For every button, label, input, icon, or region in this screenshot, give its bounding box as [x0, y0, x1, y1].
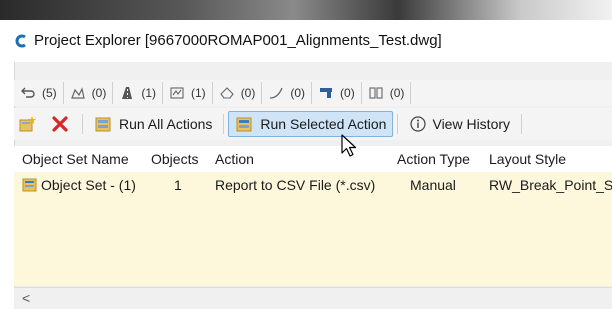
delete-x-icon: [52, 116, 68, 132]
tab-parcels[interactable]: (0): [213, 82, 263, 104]
objects-cell: 1: [174, 177, 182, 193]
undo-arrow-icon: [21, 87, 35, 98]
column-header-action-type[interactable]: Action Type: [397, 151, 470, 167]
screen-top-strip: [0, 0, 612, 20]
tab-pipe-networks[interactable]: (0): [362, 82, 412, 104]
scroll-left-arrow[interactable]: <: [22, 290, 30, 306]
run-all-actions-label: Run All Actions: [119, 116, 213, 132]
run-all-actions-button[interactable]: Run All Actions: [87, 111, 219, 137]
new-object-set-button[interactable]: [14, 111, 47, 137]
column-header-layout-style[interactable]: Layout Style: [489, 151, 566, 167]
window-titlebar: Project Explorer [9667000ROMAP001_Alignm…: [0, 20, 612, 62]
object-set-name-cell: Object Set - (1): [22, 177, 136, 193]
toolbar-separator: [223, 114, 225, 134]
tab-surfaces[interactable]: (0): [64, 82, 114, 104]
corridor-icon: [320, 88, 333, 98]
run-selected-action-button[interactable]: Run Selected Action: [228, 111, 394, 137]
table-header: Object Set Name Objects Action Action Ty…: [14, 146, 612, 173]
object-type-tabs: (5) (0) (1) (1) (0) (0) (0) (0): [14, 80, 612, 106]
pipe-network-icon: [369, 87, 383, 99]
profile-icon: [170, 87, 184, 99]
object-set-name: Object Set - (1): [41, 177, 136, 193]
horizontal-scrollbar[interactable]: <: [14, 287, 612, 309]
toolbar-separator: [397, 114, 399, 134]
run-all-actions-icon: [95, 117, 111, 132]
column-header-action[interactable]: Action: [215, 151, 254, 167]
table-empty-area: [14, 200, 612, 286]
tab-corridors[interactable]: (0): [312, 82, 362, 104]
tab-count: (0): [340, 86, 355, 100]
object-set-icon: [22, 178, 37, 192]
run-selected-action-label: Run Selected Action: [260, 116, 387, 132]
tab-alignments[interactable]: (1): [113, 82, 164, 104]
new-object-set-icon: [19, 116, 36, 132]
window-title: Project Explorer [9667000ROMAP001_Alignm…: [34, 32, 442, 49]
delete-button[interactable]: [47, 111, 78, 137]
view-history-button[interactable]: View History: [402, 111, 517, 137]
info-icon: [410, 116, 427, 132]
action-cell[interactable]: Report to CSV File (*.csv): [215, 177, 375, 193]
toolbar-separator: [82, 114, 83, 134]
curve-icon: [270, 87, 283, 99]
tab-count: (0): [290, 86, 306, 100]
toolbar-separator: [521, 114, 523, 134]
tab-count: (0): [389, 86, 405, 100]
mouse-cursor-icon: [341, 134, 357, 157]
tab-count: (0): [91, 86, 107, 100]
tab-count: (1): [141, 86, 157, 100]
tab-count: (0): [240, 86, 256, 100]
civil3d-app-icon: [15, 34, 26, 48]
column-header-object-set-name[interactable]: Object Set Name: [22, 151, 129, 167]
column-header-objects[interactable]: Objects: [151, 151, 198, 167]
view-history-label: View History: [432, 116, 511, 132]
tab-count: (1): [191, 86, 206, 100]
surface-icon: [70, 87, 85, 99]
tab-count: (5): [42, 86, 57, 100]
tab-profiles[interactable]: (1): [163, 82, 213, 104]
table-row[interactable]: Object Set - (1) 1 Report to CSV File (*…: [14, 172, 612, 200]
run-selected-action-icon: [236, 117, 252, 132]
action-type-cell[interactable]: Manual: [410, 177, 456, 193]
tab-undo[interactable]: (5): [14, 82, 64, 104]
tab-curves[interactable]: (0): [262, 82, 313, 104]
parcel-icon: [219, 87, 234, 99]
layout-style-cell[interactable]: RW_Break_Point_S: [489, 177, 612, 193]
alignment-icon: [122, 87, 133, 99]
action-toolbar: Run All Actions Run Selected Action View…: [14, 108, 612, 140]
